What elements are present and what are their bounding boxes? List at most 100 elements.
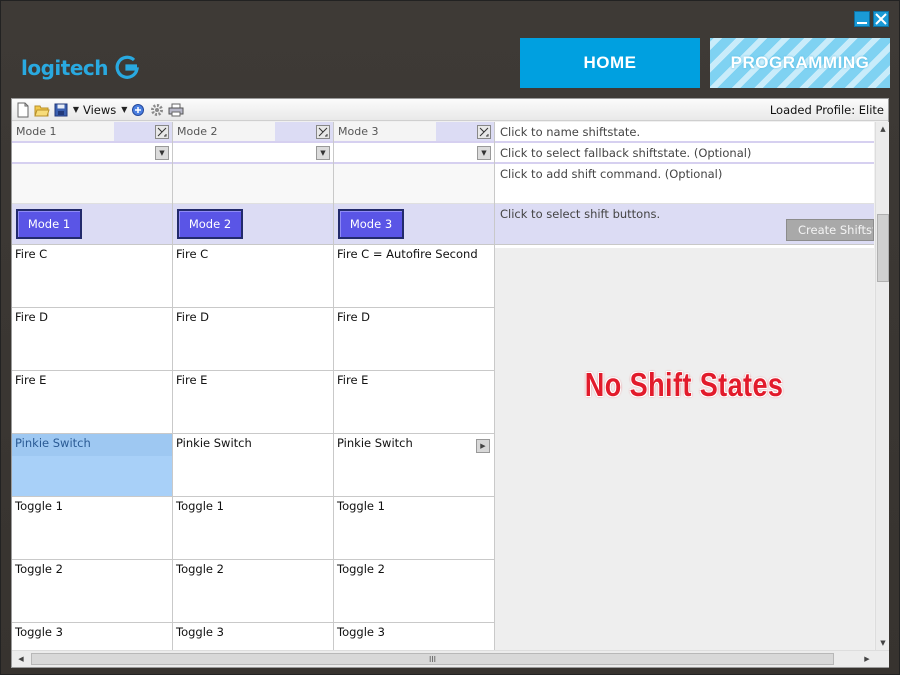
shift-buttons-prompt: Click to select shift buttons. bbox=[500, 207, 661, 221]
mode-3-button[interactable]: Mode 3 bbox=[338, 209, 404, 239]
button-cell-label: Fire C bbox=[176, 247, 209, 261]
mode-command-area[interactable] bbox=[173, 164, 333, 204]
button-cell-label: Fire D bbox=[337, 310, 371, 324]
joystick-icon[interactable] bbox=[316, 124, 330, 139]
mode-name-field[interactable]: Mode 1 bbox=[12, 122, 172, 143]
programming-tab[interactable]: PROGRAMMING bbox=[710, 38, 890, 88]
mode-command-area[interactable] bbox=[12, 164, 172, 204]
scroll-left-icon[interactable]: ◀ bbox=[14, 653, 28, 665]
mode-name-field[interactable]: Mode 2 bbox=[173, 122, 333, 143]
mode-column: Mode 1 ▼ Mode 1 Fire C Fire D Fire E Pin… bbox=[12, 122, 173, 650]
scroll-right-icon[interactable]: ▶ bbox=[860, 653, 874, 665]
fallback-shiftstate-field[interactable]: Click to select fallback shiftstate. (Op… bbox=[495, 143, 874, 164]
views-menu[interactable]: Views bbox=[81, 103, 119, 117]
mode-button-row: Mode 3 bbox=[334, 204, 494, 245]
horizontal-scrollbar[interactable]: ◀ III ▶ bbox=[12, 650, 889, 667]
button-cell[interactable]: Pinkie Switch ▶ bbox=[334, 434, 494, 497]
button-cell[interactable]: Fire D bbox=[334, 308, 494, 371]
button-cell[interactable]: Fire C = Autofire Second bbox=[334, 245, 494, 308]
button-cell-label: Fire C bbox=[15, 247, 48, 261]
shift-command-field[interactable]: Click to add shift command. (Optional) bbox=[495, 164, 874, 204]
minimize-icon bbox=[857, 22, 867, 24]
mode-name-label: Mode 3 bbox=[338, 125, 379, 138]
no-shift-states-message: No Shift States bbox=[585, 366, 784, 403]
save-icon[interactable] bbox=[52, 101, 70, 119]
button-cell-label: Fire C = Autofire Second bbox=[337, 247, 478, 261]
logitech-logo: logitech bbox=[21, 51, 140, 85]
minimize-button[interactable] bbox=[854, 11, 870, 27]
button-cell-label: Pinkie Switch bbox=[15, 436, 91, 450]
views-dropdown-button[interactable]: ▼ bbox=[119, 101, 129, 119]
button-cell[interactable]: Toggle 1 bbox=[334, 497, 494, 560]
save-dropdown-button[interactable]: ▼ bbox=[71, 101, 81, 119]
create-shiftstate-button[interactable]: Create Shiftstate bbox=[786, 219, 874, 241]
new-file-icon[interactable] bbox=[14, 101, 32, 119]
button-cell[interactable]: Toggle 2 bbox=[334, 560, 494, 623]
button-cell-label: Fire E bbox=[15, 373, 47, 387]
button-cell-label: Toggle 3 bbox=[337, 625, 385, 639]
mode-select[interactable]: ▼ bbox=[334, 143, 494, 164]
loaded-profile-label: Loaded Profile: Elite bbox=[769, 102, 884, 117]
print-icon[interactable] bbox=[167, 101, 185, 119]
scroll-up-icon[interactable]: ▲ bbox=[876, 122, 890, 136]
vertical-scrollbar[interactable]: ▲ ▼ bbox=[875, 122, 889, 650]
joystick-icon[interactable] bbox=[155, 124, 169, 139]
button-cell-label: Toggle 1 bbox=[176, 499, 224, 513]
button-cell[interactable]: Toggle 1 bbox=[173, 497, 333, 560]
logitech-g-icon bbox=[115, 55, 139, 79]
mode-2-button[interactable]: Mode 2 bbox=[177, 209, 243, 239]
button-cell[interactable]: Pinkie Switch bbox=[173, 434, 333, 497]
joystick-icon[interactable] bbox=[477, 124, 491, 139]
script-icon[interactable] bbox=[129, 101, 147, 119]
mode-1-button[interactable]: Mode 1 bbox=[16, 209, 82, 239]
button-cell[interactable]: Fire E bbox=[12, 371, 172, 434]
shift-buttons-field[interactable]: Click to select shift buttons. Create Sh… bbox=[495, 204, 874, 245]
button-cell-selected[interactable]: Pinkie Switch bbox=[12, 434, 172, 497]
shiftstate-name-field[interactable]: Click to name shiftstate. bbox=[495, 122, 874, 143]
chevron-down-icon[interactable]: ▼ bbox=[477, 146, 491, 160]
home-tab[interactable]: HOME bbox=[520, 38, 700, 88]
mode-command-area[interactable] bbox=[334, 164, 494, 204]
button-cell[interactable]: Toggle 3 bbox=[334, 623, 494, 650]
button-cell[interactable]: Fire D bbox=[12, 308, 172, 371]
home-tab-label: HOME bbox=[583, 53, 637, 72]
mode-grid: Mode 1 ▼ Mode 1 Fire C Fire D Fire E Pin… bbox=[12, 122, 874, 650]
horizontal-scroll-thumb[interactable]: III bbox=[31, 653, 834, 665]
mode-select[interactable]: ▼ bbox=[12, 143, 172, 164]
button-cell-label: Toggle 3 bbox=[15, 625, 63, 639]
button-cell[interactable]: Toggle 2 bbox=[173, 560, 333, 623]
expand-arrow-icon[interactable]: ▶ bbox=[476, 439, 490, 453]
mode-column: Mode 2 ▼ Mode 2 Fire C Fire D Fire E Pin… bbox=[173, 122, 334, 650]
chevron-down-icon[interactable]: ▼ bbox=[155, 146, 169, 160]
button-cell-label: Fire E bbox=[176, 373, 208, 387]
button-cell[interactable]: Toggle 3 bbox=[173, 623, 333, 650]
mode-name-label: Mode 1 bbox=[16, 125, 57, 138]
fallback-shiftstate-prompt: Click to select fallback shiftstate. (Op… bbox=[500, 146, 752, 160]
toolbar: ▼ Views ▼ Loaded Profile: Elite bbox=[12, 99, 888, 121]
button-cell-label: Pinkie Switch bbox=[176, 436, 252, 450]
button-cell[interactable]: Toggle 1 bbox=[12, 497, 172, 560]
button-cell-label: Pinkie Switch bbox=[337, 436, 413, 450]
mode-button-row: Mode 1 bbox=[12, 204, 172, 245]
mode-select[interactable]: ▼ bbox=[173, 143, 333, 164]
scroll-down-icon[interactable]: ▼ bbox=[876, 636, 890, 650]
chevron-down-icon[interactable]: ▼ bbox=[316, 146, 330, 160]
close-button[interactable] bbox=[873, 11, 889, 27]
button-cell[interactable]: Toggle 2 bbox=[12, 560, 172, 623]
button-cell-label: Toggle 1 bbox=[337, 499, 385, 513]
mode-name-field[interactable]: Mode 3 bbox=[334, 122, 494, 143]
mode-button-row: Mode 2 bbox=[173, 204, 333, 245]
button-cell[interactable]: Fire E bbox=[334, 371, 494, 434]
button-cell[interactable]: Fire E bbox=[173, 371, 333, 434]
button-cell[interactable]: Toggle 3 bbox=[12, 623, 172, 650]
button-cell-label: Toggle 2 bbox=[15, 562, 63, 576]
programming-tab-label: PROGRAMMING bbox=[730, 53, 870, 72]
button-cell[interactable]: Fire C bbox=[173, 245, 333, 308]
open-folder-icon[interactable] bbox=[33, 101, 51, 119]
button-cell-label: Toggle 2 bbox=[176, 562, 224, 576]
button-cell[interactable]: Fire D bbox=[173, 308, 333, 371]
settings-gear-icon[interactable] bbox=[148, 101, 166, 119]
vertical-scroll-thumb[interactable] bbox=[877, 214, 889, 282]
button-cell[interactable]: Fire C bbox=[12, 245, 172, 308]
shift-command-prompt: Click to add shift command. (Optional) bbox=[500, 167, 723, 181]
